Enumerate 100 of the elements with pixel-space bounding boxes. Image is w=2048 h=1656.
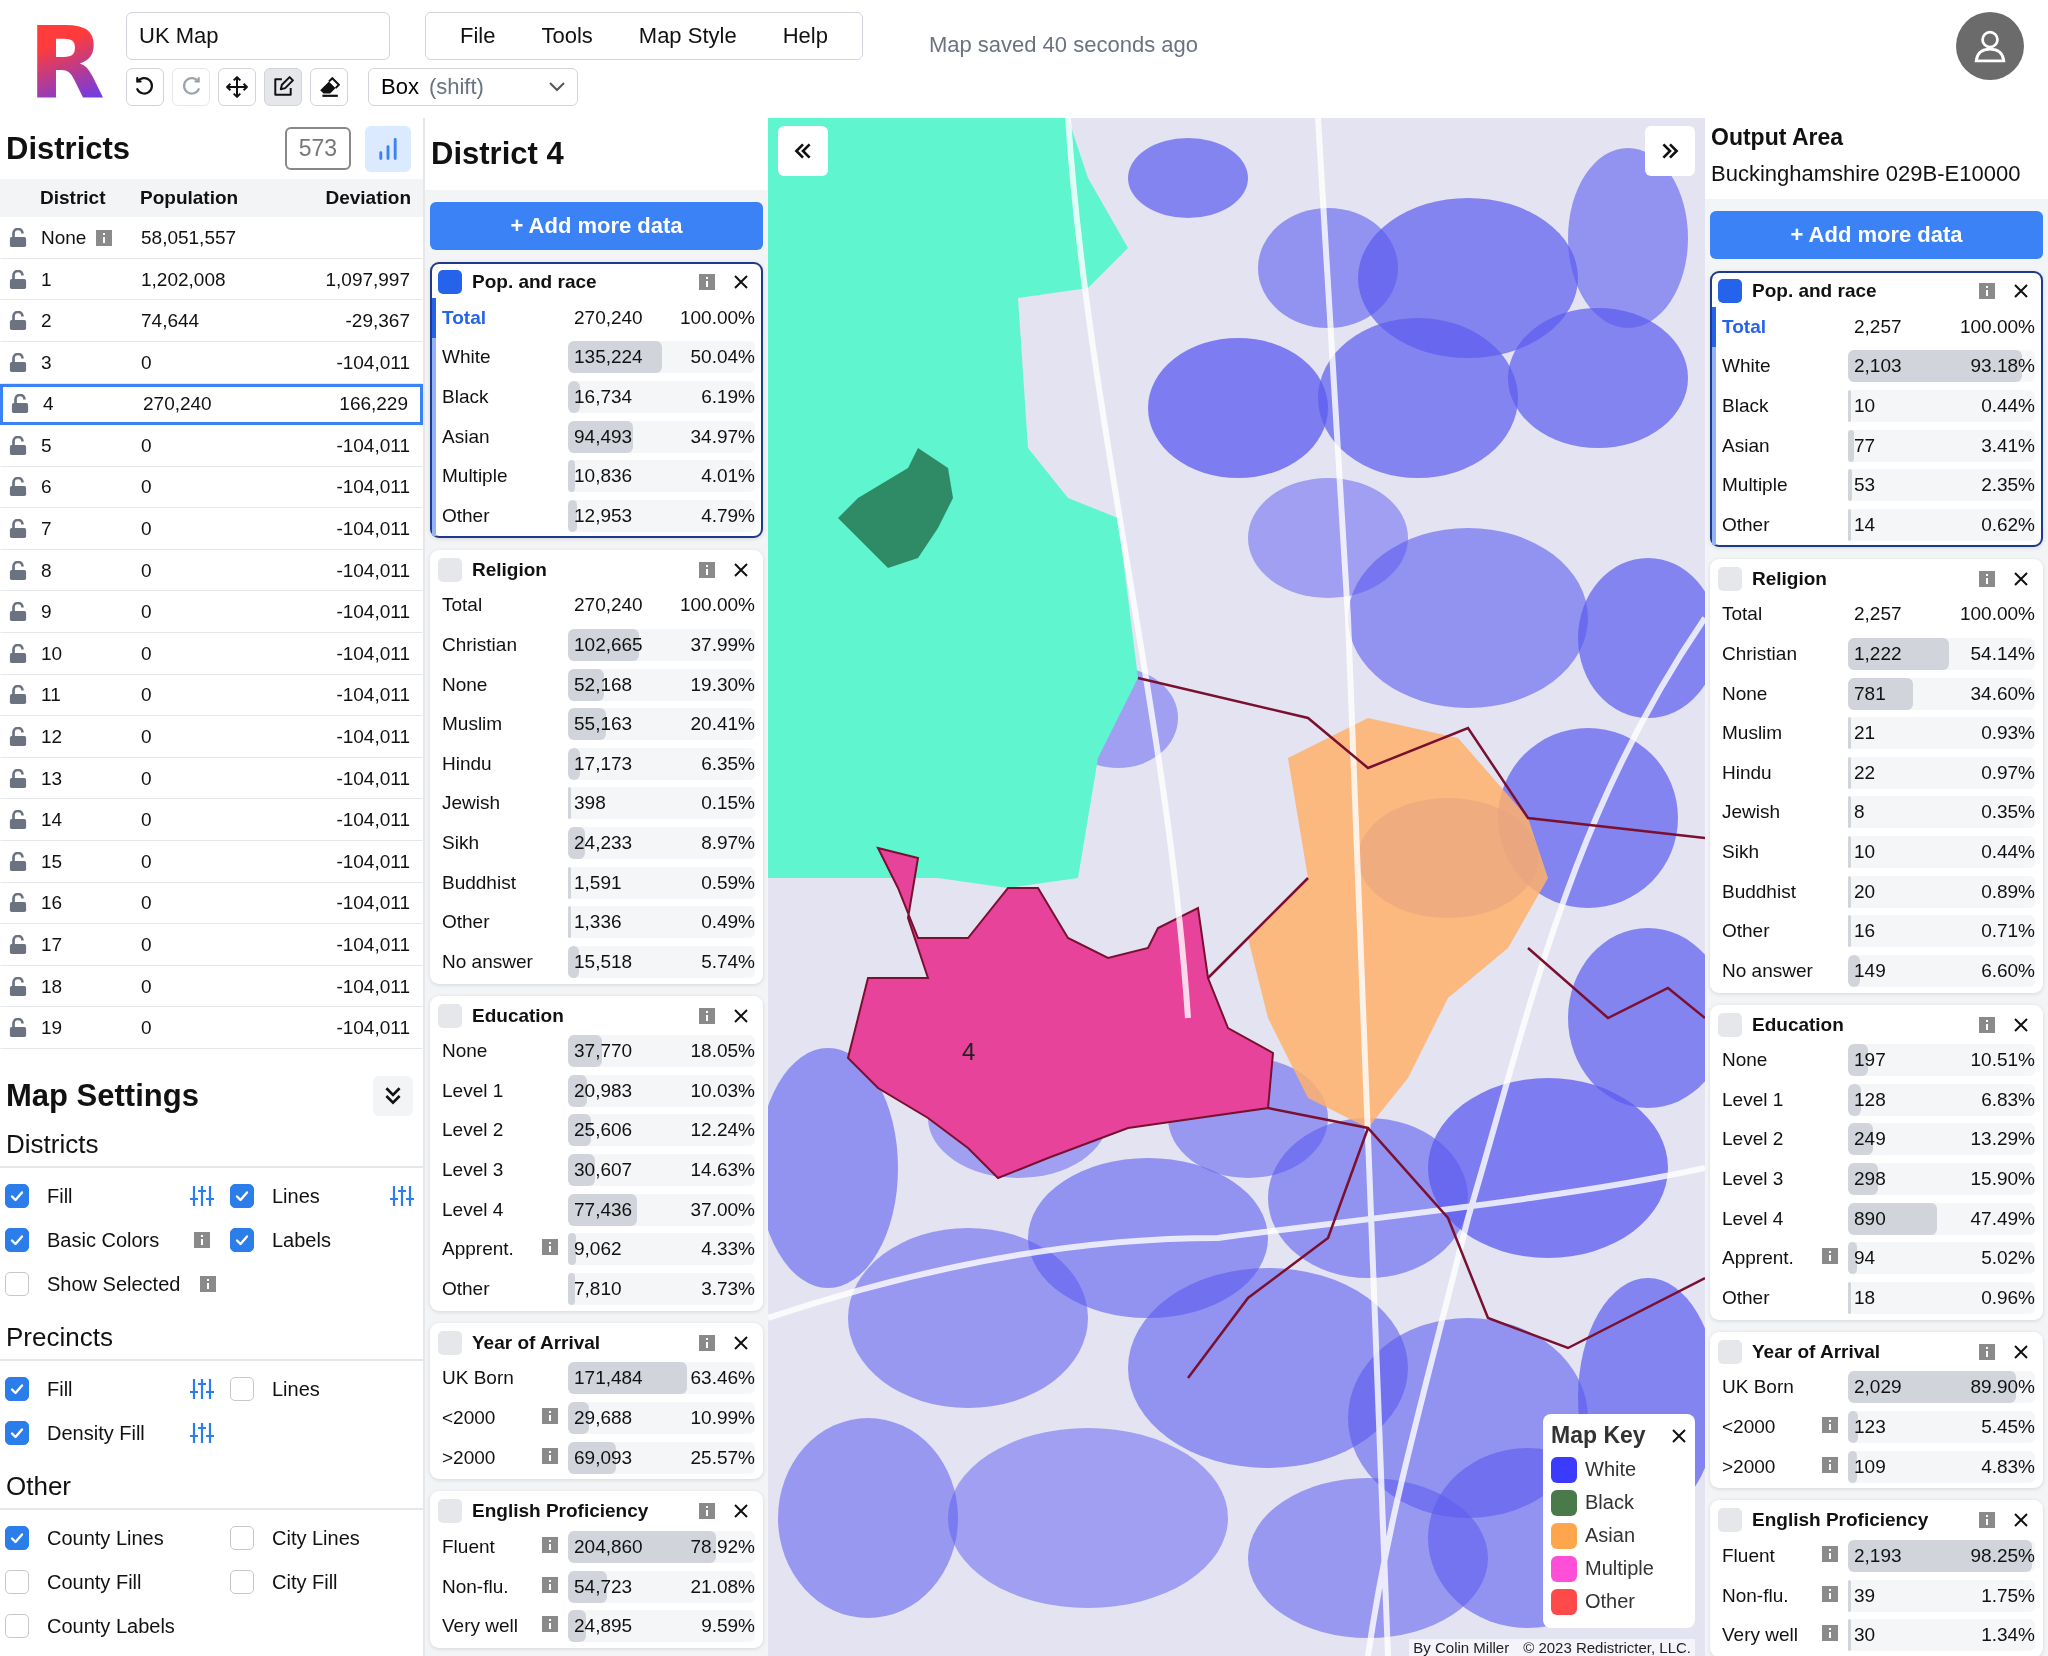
checkbox[interactable] — [230, 1228, 254, 1252]
info-icon[interactable] — [1979, 1016, 1995, 1033]
district-row[interactable]: 10 0 -104,011 — [0, 633, 423, 675]
unlocked-lock-icon[interactable] — [9, 269, 27, 290]
unlocked-lock-icon[interactable] — [9, 893, 27, 914]
info-icon[interactable] — [542, 1239, 558, 1256]
menu-item[interactable]: Tools — [521, 17, 613, 55]
checkbox[interactable] — [230, 1526, 254, 1550]
checkbox[interactable] — [5, 1526, 29, 1550]
unlocked-lock-icon[interactable] — [9, 352, 27, 373]
close-icon[interactable] — [2013, 1343, 2029, 1360]
card-checkbox[interactable] — [438, 557, 462, 582]
district-row[interactable]: 12 0 -104,011 — [0, 716, 423, 758]
info-icon[interactable] — [699, 274, 715, 290]
unlocked-lock-icon[interactable] — [9, 727, 27, 748]
unlocked-lock-icon[interactable] — [11, 394, 29, 415]
unlocked-lock-icon[interactable] — [9, 602, 27, 623]
info-icon[interactable] — [194, 1232, 210, 1248]
sliders-icon[interactable] — [190, 1185, 214, 1207]
close-icon[interactable] — [1671, 1427, 1687, 1444]
unlocked-lock-icon[interactable] — [9, 519, 27, 540]
card-checkbox[interactable] — [438, 1499, 462, 1524]
unlocked-lock-icon[interactable] — [9, 685, 27, 706]
close-icon[interactable] — [2013, 1512, 2029, 1529]
close-icon[interactable] — [733, 274, 749, 290]
district-row[interactable]: 3 0 -104,011 — [0, 341, 423, 384]
bar-chart-button[interactable] — [365, 125, 411, 172]
sliders-icon[interactable] — [190, 1378, 214, 1400]
selection-mode-dropdown[interactable]: Box (shift) — [368, 68, 578, 106]
info-icon[interactable] — [542, 1408, 558, 1425]
unlocked-lock-icon[interactable] — [9, 435, 27, 456]
district-row[interactable]: 11 0 -104,011 — [0, 674, 423, 717]
info-icon[interactable] — [1822, 1625, 1838, 1642]
district-row[interactable]: 13 0 -104,011 — [0, 757, 423, 800]
checkbox[interactable] — [5, 1184, 29, 1208]
info-icon[interactable] — [542, 1447, 558, 1464]
district-row[interactable]: 6 0 -104,011 — [0, 466, 423, 509]
checkbox[interactable] — [5, 1272, 29, 1296]
unlocked-lock-icon[interactable] — [9, 227, 27, 248]
district-row[interactable]: 8 0 -104,011 — [0, 549, 423, 592]
menu-item[interactable]: File — [440, 17, 516, 55]
district-row[interactable]: 14 0 -104,011 — [0, 799, 423, 842]
close-icon[interactable] — [733, 1007, 749, 1024]
info-icon[interactable] — [542, 1576, 558, 1593]
card-checkbox[interactable] — [1718, 279, 1742, 303]
district-row[interactable]: None 58,051,557 — [0, 217, 423, 259]
district-row[interactable]: 1 1,202,008 1,097,997 — [0, 258, 423, 301]
info-icon[interactable] — [1979, 1343, 1995, 1360]
info-icon[interactable] — [699, 561, 715, 578]
district-row[interactable]: 15 0 -104,011 — [0, 841, 423, 883]
move-button[interactable] — [218, 68, 256, 106]
info-icon[interactable] — [1979, 1512, 1995, 1529]
district-row[interactable]: 19 0 -104,011 — [0, 1007, 423, 1049]
checkbox[interactable] — [5, 1570, 29, 1594]
district-row[interactable]: 4 270,240 166,229 — [0, 383, 423, 426]
add-data-button[interactable]: + Add more data — [1710, 211, 2043, 259]
menu-item[interactable]: Map Style — [618, 17, 757, 55]
close-icon[interactable] — [2013, 570, 2029, 587]
info-icon[interactable] — [1979, 570, 1995, 587]
district-row[interactable]: 5 0 -104,011 — [0, 425, 423, 467]
close-icon[interactable] — [733, 561, 749, 578]
checkbox[interactable] — [5, 1614, 29, 1638]
checkbox[interactable] — [5, 1228, 29, 1252]
info-icon[interactable] — [699, 1007, 715, 1024]
collapse-right-button[interactable] — [1645, 126, 1695, 176]
checkbox[interactable] — [230, 1570, 254, 1594]
close-icon[interactable] — [733, 1503, 749, 1520]
district-row[interactable]: 17 0 -104,011 — [0, 924, 423, 966]
card-checkbox[interactable] — [438, 270, 462, 294]
unlocked-lock-icon[interactable] — [9, 1018, 27, 1039]
unlocked-lock-icon[interactable] — [9, 768, 27, 789]
card-checkbox[interactable] — [1718, 566, 1742, 591]
close-icon[interactable] — [733, 1334, 749, 1351]
district-row[interactable]: 7 0 -104,011 — [0, 508, 423, 550]
sliders-icon[interactable] — [390, 1185, 414, 1207]
info-icon[interactable] — [199, 1276, 216, 1292]
card-checkbox[interactable] — [438, 1330, 462, 1355]
close-icon[interactable] — [2013, 283, 2029, 299]
district-row[interactable]: 18 0 -104,011 — [0, 965, 423, 1008]
checkbox[interactable] — [230, 1377, 254, 1401]
info-icon[interactable] — [1822, 1585, 1838, 1602]
info-icon[interactable] — [542, 1616, 558, 1633]
checkbox[interactable] — [5, 1377, 29, 1401]
district-row[interactable]: 2 74,644 -29,367 — [0, 300, 423, 342]
pencil-button[interactable] — [264, 68, 302, 106]
unlocked-lock-icon[interactable] — [9, 810, 27, 831]
undo-button[interactable] — [126, 68, 164, 106]
unlocked-lock-icon[interactable] — [9, 976, 27, 997]
unlocked-lock-icon[interactable] — [9, 851, 27, 872]
collapse-left-button[interactable] — [778, 126, 828, 176]
unlocked-lock-icon[interactable] — [9, 477, 27, 498]
info-icon[interactable] — [542, 1537, 558, 1554]
menu-item[interactable]: Help — [762, 17, 848, 55]
info-icon[interactable] — [1822, 1456, 1838, 1473]
info-icon[interactable] — [699, 1503, 715, 1520]
info-icon[interactable] — [96, 229, 113, 246]
info-icon[interactable] — [1822, 1417, 1838, 1434]
info-icon[interactable] — [1979, 283, 1995, 299]
info-icon[interactable] — [1822, 1248, 1838, 1265]
info-icon[interactable] — [699, 1334, 715, 1351]
